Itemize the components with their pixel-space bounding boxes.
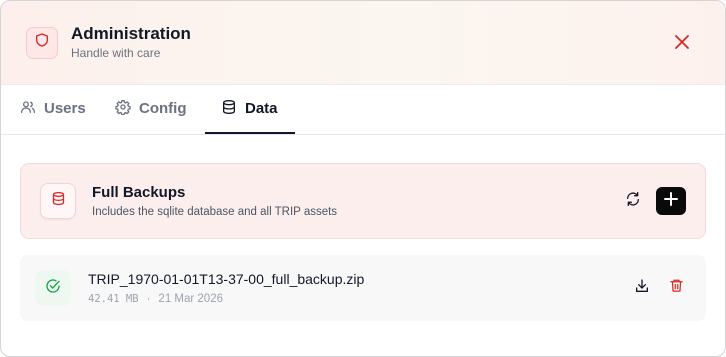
- backup-list-item: TRIP_1970-01-01T13-37-00_full_backup.zip…: [20, 255, 706, 321]
- meta-separator: ·: [146, 293, 151, 305]
- backup-actions: [632, 278, 686, 298]
- users-icon: [20, 99, 44, 119]
- backups-section-header: Full Backups Includes the sqlite databas…: [20, 163, 706, 239]
- tab-data[interactable]: Data: [205, 85, 295, 134]
- section-icon-box: [40, 183, 76, 219]
- dialog-subtitle: Handle with care: [71, 46, 161, 60]
- header-text: Administration Handle with care: [71, 24, 191, 61]
- section-title: Full Backups: [92, 183, 186, 201]
- add-backup-button[interactable]: [656, 187, 686, 215]
- status-icon-box: [35, 270, 71, 306]
- section-text: Full Backups Includes the sqlite databas…: [92, 184, 337, 219]
- database-icon: [221, 99, 245, 119]
- tab-label: Data: [245, 100, 278, 117]
- backup-text: TRIP_1970-01-01T13-37-00_full_backup.zip…: [88, 270, 364, 306]
- tab-users[interactable]: Users: [20, 85, 115, 134]
- trash-icon: [669, 278, 684, 298]
- backup-date: 21 Mar 2026: [158, 293, 223, 305]
- gear-icon: [115, 99, 139, 119]
- tab-bar: Users Config Data: [1, 85, 725, 135]
- close-button[interactable]: [673, 34, 691, 54]
- section-subtitle: Includes the sqlite database and all TRI…: [92, 205, 338, 218]
- backup-meta: 42.41 MB · 21 Mar 2026: [88, 292, 364, 306]
- admin-dialog: Administration Handle with care Users Co…: [0, 0, 726, 357]
- tab-content: Full Backups Includes the sqlite databas…: [1, 135, 725, 321]
- close-icon: [675, 34, 689, 54]
- dialog-header: Administration Handle with care: [1, 1, 725, 85]
- download-button[interactable]: [632, 278, 652, 298]
- dialog-title: Administration: [71, 24, 191, 43]
- header-icon-box: [26, 26, 58, 59]
- tab-label: Config: [139, 100, 187, 117]
- database-icon: [51, 191, 66, 211]
- section-actions: [619, 187, 686, 215]
- backup-size: 42.41 MB: [88, 293, 139, 305]
- refresh-icon: [625, 191, 641, 212]
- plus-icon: [664, 191, 678, 211]
- shield-icon: [34, 32, 50, 53]
- backup-filename: TRIP_1970-01-01T13-37-00_full_backup.zip: [88, 271, 365, 287]
- tab-label: Users: [44, 100, 86, 117]
- download-icon: [634, 278, 650, 299]
- check-circle-icon: [45, 278, 61, 299]
- refresh-button[interactable]: [619, 187, 647, 215]
- tab-config[interactable]: Config: [115, 85, 205, 134]
- delete-button[interactable]: [666, 278, 686, 298]
